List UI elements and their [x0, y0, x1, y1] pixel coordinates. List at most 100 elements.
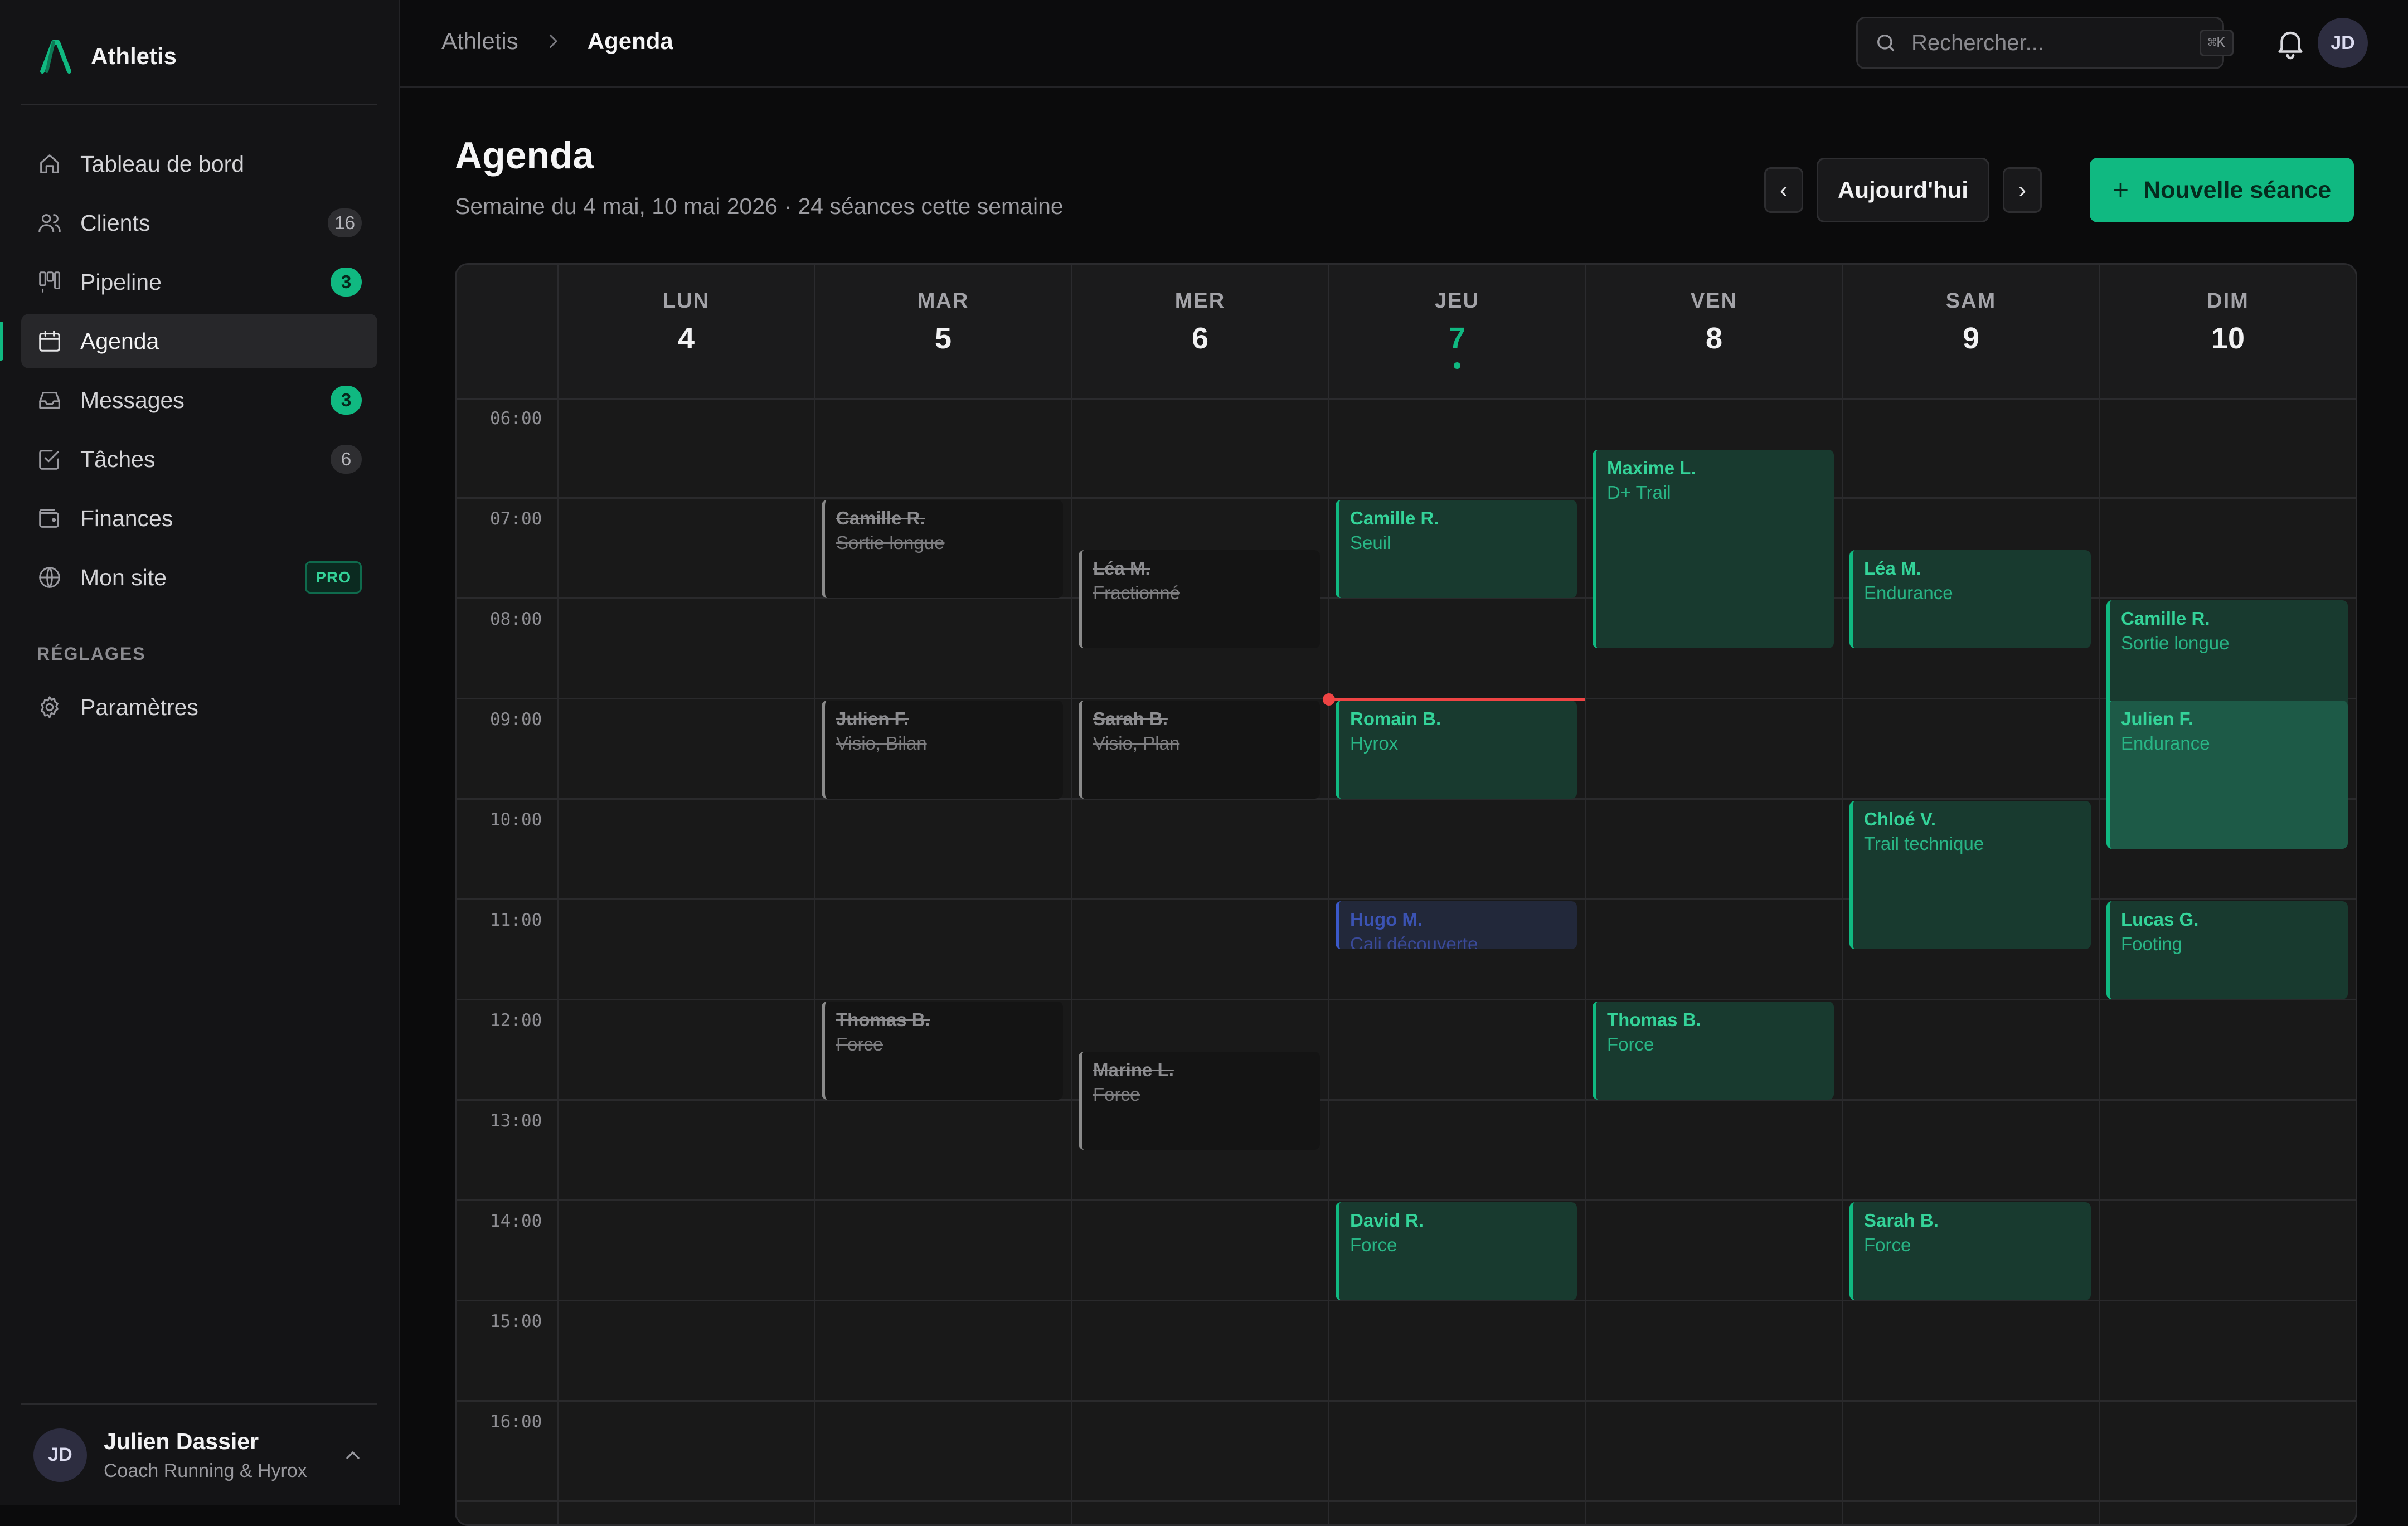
event-type: Force — [1607, 1034, 1654, 1054]
day-name: MAR — [917, 289, 969, 313]
event-client: Thomas B. — [836, 1009, 930, 1030]
sidebar-item-finances[interactable]: Finances — [21, 491, 377, 546]
inbox-icon — [37, 387, 62, 413]
hour-row: 13:00 — [457, 1101, 2356, 1201]
chevron-up-icon[interactable] — [342, 1444, 364, 1466]
today-button[interactable]: Aujourd'hui — [1817, 158, 1989, 222]
settings-nav: Paramètres — [21, 680, 377, 739]
sidebar-item-label: Messages — [80, 387, 185, 413]
event-client: Hugo M. — [1350, 909, 1423, 930]
hour-label: 13:00 — [490, 1111, 542, 1131]
sidebar-item-label: Finances — [80, 505, 173, 531]
count-badge: 16 — [328, 208, 362, 237]
hour-label: 08:00 — [490, 609, 542, 629]
sidebar-item-label: Clients — [80, 210, 151, 236]
user-role: Coach Running & Hyrox — [104, 1460, 307, 1481]
day-column-divider — [814, 398, 815, 1524]
count-badge: 3 — [331, 268, 362, 297]
calendar-event[interactable]: Léa M. Fractionné — [1079, 550, 1320, 648]
calendar-icon — [37, 328, 62, 354]
brand[interactable]: Athletis — [39, 39, 177, 74]
calendar-event[interactable]: Camille R. Sortie longue — [822, 500, 1063, 598]
day-header[interactable]: LUN 4 — [557, 265, 814, 398]
breadcrumb-root[interactable]: Athletis — [441, 28, 518, 55]
event-type: Seuil — [1350, 532, 1391, 553]
prev-week-button[interactable]: ‹ — [1764, 167, 1803, 213]
chevron-right-icon — [549, 35, 557, 48]
calendar-event[interactable]: Lucas G. Footing — [2106, 901, 2348, 999]
calendar-event[interactable]: Thomas B. Force — [822, 1002, 1063, 1100]
app-name: Athletis — [91, 43, 177, 69]
sidebar-item-tableau-de-bord[interactable]: Tableau de bord — [21, 137, 377, 191]
event-client: Chloé V. — [1864, 809, 1936, 829]
next-week-button[interactable]: › — [2003, 167, 2042, 213]
count-badge: 3 — [331, 386, 362, 415]
user-name: Julien Dassier — [104, 1428, 259, 1454]
page-title: Agenda — [455, 134, 594, 177]
user-profile[interactable]: JD Julien Dassier Coach Running & Hyrox — [21, 1403, 377, 1505]
search-input[interactable] — [1910, 30, 2200, 56]
event-client: Camille R. — [836, 508, 925, 528]
week-calendar: LUN 4 MAR 5 MER 6 JEU 7 VEN 8 SAM 9 DIM 10 06:… — [455, 263, 2357, 1526]
calendar-event[interactable]: David R. Force — [1336, 1202, 1577, 1300]
calendar-event[interactable]: Chloé V. Trail technique — [1849, 801, 2091, 949]
check-square-icon — [37, 446, 62, 472]
event-client: Sarah B. — [1093, 708, 1168, 729]
day-header[interactable]: SAM 9 — [1842, 265, 2099, 398]
calendar-event[interactable]: Sarah B. Visio, Plan — [1079, 701, 1320, 799]
sidebar-item-mon-site[interactable]: Mon site PRO — [21, 550, 377, 605]
event-client: Léa M. — [1864, 558, 1921, 579]
sidebar-nav: Tableau de bord Clients 16 Pipeline 3 Agen… — [0, 137, 377, 609]
sidebar-item-pipeline[interactable]: Pipeline 3 — [21, 255, 377, 309]
day-header[interactable]: MER 6 — [1071, 265, 1328, 398]
sidebar-item-agenda[interactable]: Agenda — [0, 314, 377, 368]
day-number: 9 — [1962, 322, 1980, 355]
hour-label: 07:00 — [490, 509, 542, 529]
main-content: Athletis Agenda ⌘K JD Agenda Semaine du … — [400, 0, 2408, 1526]
settings-section-title: RÉGLAGES — [37, 644, 146, 664]
sidebar-item-clients[interactable]: Clients 16 — [21, 196, 377, 250]
search-shortcut: ⌘K — [2200, 30, 2234, 56]
calendar-event[interactable]: Sarah B. Force — [1849, 1202, 2091, 1300]
calendar-event[interactable]: Romain B. Hyrox — [1336, 701, 1577, 799]
new-session-button[interactable]: + Nouvelle séance — [2090, 158, 2354, 222]
search-box[interactable]: ⌘K — [1856, 17, 2234, 69]
event-type: Visio, Bilan — [836, 733, 927, 754]
sidebar-item-parametres[interactable]: Paramètres — [21, 680, 377, 735]
day-name: LUN — [662, 289, 710, 313]
plus-icon: + — [2112, 174, 2129, 206]
event-type: Sortie longue — [2121, 633, 2230, 653]
event-client: Romain B. — [1350, 708, 1441, 729]
day-column-divider — [1328, 398, 1329, 1524]
calendar-event[interactable]: Léa M. Endurance — [1849, 550, 2091, 648]
kanban-icon — [37, 269, 62, 295]
event-type: Endurance — [1864, 582, 1953, 603]
day-number: 4 — [677, 322, 695, 355]
day-header[interactable]: MAR 5 — [814, 265, 1071, 398]
event-type: Trail technique — [1864, 833, 1984, 854]
calendar-event[interactable]: Thomas B. Force — [1593, 1002, 1834, 1100]
calendar-event[interactable]: Marine L. Force — [1079, 1052, 1320, 1150]
bell-icon[interactable] — [2273, 26, 2308, 60]
day-number: 5 — [934, 322, 952, 355]
calendar-event[interactable]: Camille R. Seuil — [1336, 500, 1577, 598]
hour-label: 15:00 — [490, 1311, 542, 1331]
sidebar-item-messages[interactable]: Messages 3 — [21, 373, 377, 427]
calendar-event[interactable]: Maxime L. D+ Trail — [1593, 450, 1834, 648]
day-column-divider — [1585, 398, 1586, 1524]
hour-label: 11:00 — [490, 910, 542, 930]
day-name: DIM — [2207, 289, 2249, 313]
calendar-event[interactable]: Julien F. Endurance — [2106, 701, 2348, 849]
day-header[interactable]: VEN 8 — [1585, 265, 1842, 398]
calendar-event[interactable]: Julien F. Visio, Bilan — [822, 701, 1063, 799]
hour-label: 12:00 — [490, 1010, 542, 1031]
day-header[interactable]: JEU 7 — [1328, 265, 1585, 398]
sidebar-item-t-ches[interactable]: Tâches 6 — [21, 432, 377, 487]
calendar-grid[interactable]: 06:00 07:00 08:00 09:00 10:00 11:00 12:00 13:00… — [457, 398, 2356, 1524]
calendar-event[interactable]: Hugo M. Cali découverte — [1336, 901, 1577, 949]
day-header[interactable]: DIM 10 — [2099, 265, 2356, 398]
avatar[interactable]: JD — [2318, 18, 2368, 68]
athletis-logo-icon — [40, 40, 71, 74]
event-type: Visio, Plan — [1093, 733, 1180, 754]
event-type: Sortie longue — [836, 532, 945, 553]
